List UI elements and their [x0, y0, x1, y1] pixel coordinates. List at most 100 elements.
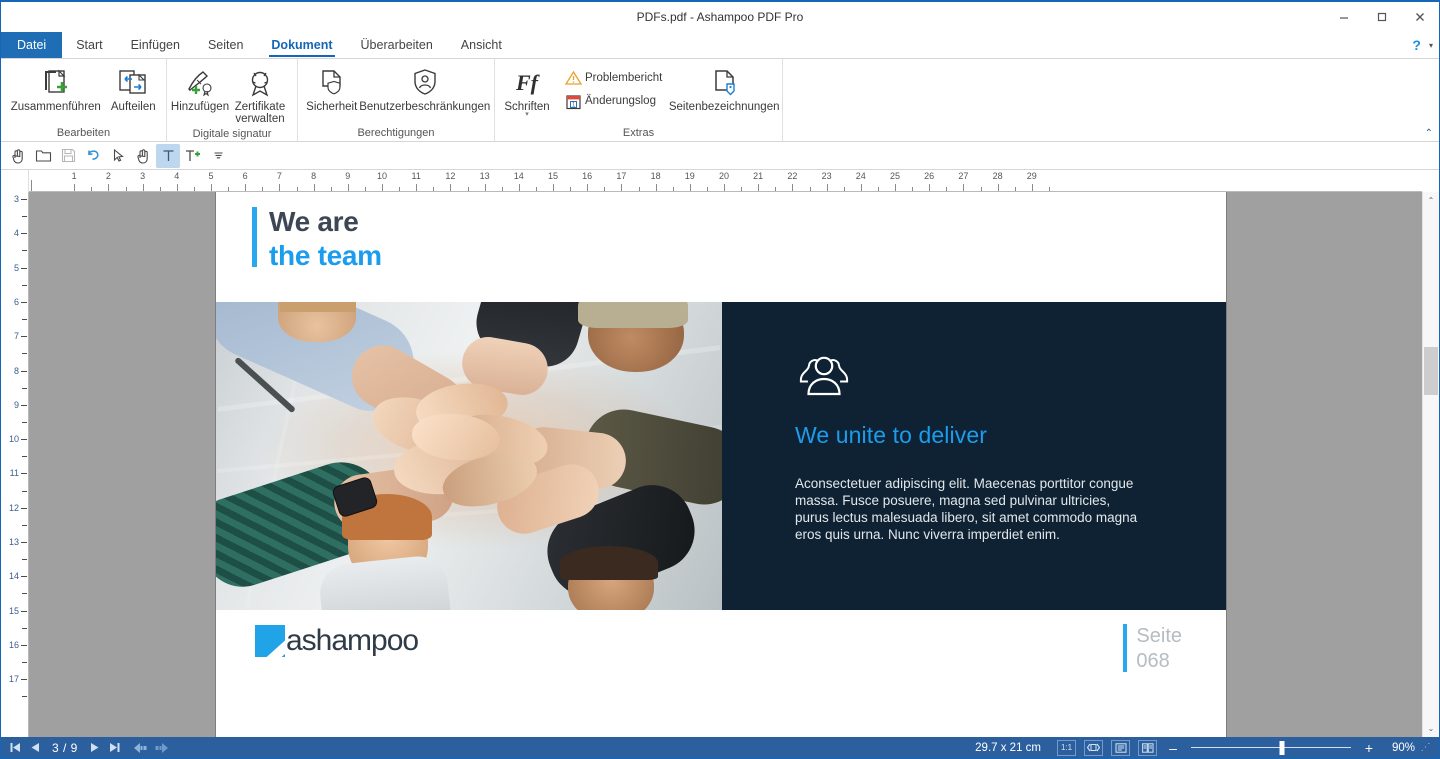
ruler-tick — [827, 184, 828, 191]
view-back-button[interactable] — [131, 738, 151, 757]
minimize-button[interactable] — [1325, 2, 1363, 32]
team-photo — [216, 302, 722, 610]
add-signature-icon — [183, 66, 217, 100]
vertical-scrollbar[interactable]: ⌃ ⌄ — [1422, 192, 1439, 737]
ribbon-group-label: Extras — [495, 124, 782, 141]
zoom-in-button[interactable]: + — [1361, 742, 1377, 754]
page-footer-block: ashampoo Seite 068 — [216, 610, 1226, 730]
ruler-number: 25 — [890, 171, 900, 181]
pan-hand-icon[interactable] — [131, 144, 155, 168]
open-folder-icon[interactable] — [31, 144, 55, 168]
ribbon-button-aenderungslog[interactable]: 1 Änderungslog — [559, 90, 666, 112]
add-text-icon[interactable] — [181, 144, 205, 168]
last-page-button[interactable] — [105, 738, 125, 757]
ruler-number: 11 — [10, 468, 19, 478]
zoom-slider[interactable] — [1191, 740, 1351, 756]
ruler-tick-half — [22, 353, 27, 354]
help-icon[interactable]: ? — [1412, 37, 1421, 53]
single-page-icon[interactable] — [1111, 740, 1130, 756]
document-canvas[interactable]: We are the team — [29, 192, 1422, 737]
page-label-icon — [707, 66, 741, 100]
ruler-tick-half — [536, 187, 537, 191]
page-indicator[interactable]: 3 / 9 — [45, 741, 85, 755]
ruler-tick-half — [194, 187, 195, 191]
ruler-tick — [21, 645, 27, 646]
resize-grip[interactable]: ⋰ — [1419, 742, 1433, 753]
select-cursor-icon[interactable] — [106, 144, 130, 168]
ruler-number: 12 — [9, 503, 19, 513]
ruler-tick-half — [228, 187, 229, 191]
horizontal-ruler[interactable]: 1234567891011121314151617181920212223242… — [29, 170, 1422, 192]
zoom-out-button[interactable]: – — [1165, 742, 1181, 754]
chevron-down-icon[interactable]: ▾ — [525, 112, 529, 118]
close-button[interactable] — [1401, 2, 1439, 32]
ribbon-button-sicherheit[interactable]: Sicherheit — [304, 63, 359, 115]
ribbon-button-seitenbezeichnungen[interactable]: Seitenbezeichnungen — [672, 63, 776, 115]
scrollbar-track[interactable] — [1423, 209, 1439, 720]
previous-page-button[interactable] — [25, 738, 45, 757]
page-band: We unite to deliver Aconsectetuer adipis… — [216, 302, 1226, 610]
fonts-icon: Ff — [516, 66, 538, 100]
ruler-tick-half — [22, 216, 27, 217]
ruler-tick — [21, 233, 27, 234]
ruler-tick-half — [673, 187, 674, 191]
tab-ueberarbeiten[interactable]: Überarbeiten — [347, 32, 447, 58]
tab-ansicht[interactable]: Ansicht — [447, 32, 516, 58]
zoom-level-label[interactable]: 90% — [1381, 742, 1415, 754]
application-window: PDFs.pdf - Ashampoo PDF Pro Datei Start … — [0, 0, 1440, 759]
ribbon-button-aufteilen[interactable]: Aufteilen — [107, 63, 160, 115]
window-title: PDFs.pdf - Ashampoo PDF Pro — [637, 10, 804, 24]
ruler-tick — [690, 184, 691, 191]
ruler-number: 21 — [753, 171, 763, 181]
two-page-icon[interactable] — [1138, 740, 1157, 756]
ruler-number: 8 — [311, 171, 316, 181]
ruler-tick — [21, 542, 27, 543]
scroll-up-button[interactable]: ⌃ — [1423, 192, 1439, 209]
panel-title: We unite to deliver — [795, 422, 1174, 449]
ribbon-button-problembericht[interactable]: Problembericht — [559, 67, 666, 89]
tab-seiten[interactable]: Seiten — [194, 32, 257, 58]
ruler-tick — [21, 371, 27, 372]
scrollbar-thumb[interactable] — [1424, 347, 1438, 395]
tab-einfuegen[interactable]: Einfügen — [117, 32, 194, 58]
ribbon-button-benutzerbeschraenkungen[interactable]: Benutzerbeschränkungen — [361, 63, 488, 115]
undo-icon[interactable] — [81, 144, 105, 168]
status-bar: 3 / 9 29.7 x 21 cm 1:1 — [1, 737, 1439, 758]
ribbon-button-zusammenfuehren[interactable]: Zusammenführen — [7, 63, 105, 115]
next-page-button[interactable] — [85, 738, 105, 757]
split-pages-icon — [116, 66, 150, 100]
ruler-tick — [587, 184, 588, 191]
ruler-number: 14 — [514, 171, 524, 181]
hand-grab-icon[interactable] — [6, 144, 30, 168]
maximize-button[interactable] — [1363, 2, 1401, 32]
ruler-tick — [553, 184, 554, 191]
collapse-ribbon-button[interactable]: ⌃ — [1425, 128, 1433, 139]
ruler-tick — [758, 184, 759, 191]
tab-dokument[interactable]: Dokument — [257, 32, 346, 58]
ribbon-button-schriften[interactable]: Ff Schriften ▾ — [501, 63, 553, 120]
ruler-number: 27 — [958, 171, 968, 181]
view-forward-button[interactable] — [151, 738, 171, 757]
ribbon-button-hinzufuegen[interactable]: Hinzufügen — [173, 63, 227, 115]
tab-start[interactable]: Start — [62, 32, 116, 58]
save-icon[interactable] — [56, 144, 80, 168]
ruler-tick — [21, 439, 27, 440]
fit-width-icon[interactable] — [1084, 740, 1103, 756]
more-tools-icon[interactable] — [206, 144, 230, 168]
help-area: ? ▾ — [1412, 32, 1439, 58]
tab-datei[interactable]: Datei — [1, 32, 62, 58]
chevron-down-icon[interactable]: ▾ — [1429, 41, 1433, 50]
zoom-actual-size-button[interactable]: 1:1 — [1057, 740, 1076, 756]
text-tool-icon[interactable] — [156, 144, 180, 168]
zoom-slider-knob[interactable] — [1280, 741, 1285, 755]
scroll-down-button[interactable]: ⌄ — [1423, 720, 1439, 737]
ribbon-button-zertifikate-verwalten[interactable]: Zertifikate verwalten — [229, 63, 291, 127]
ruler-number: 19 — [685, 171, 695, 181]
merge-pages-icon — [39, 66, 73, 100]
ribbon-label: Aufteilen — [111, 101, 156, 113]
first-page-button[interactable] — [5, 738, 25, 757]
ruler-tick — [1032, 184, 1033, 191]
pdf-page[interactable]: We are the team — [216, 192, 1226, 737]
ribbon-label: Änderungslog — [585, 95, 656, 107]
vertical-ruler[interactable]: 34567891011121314151617 — [1, 192, 29, 737]
